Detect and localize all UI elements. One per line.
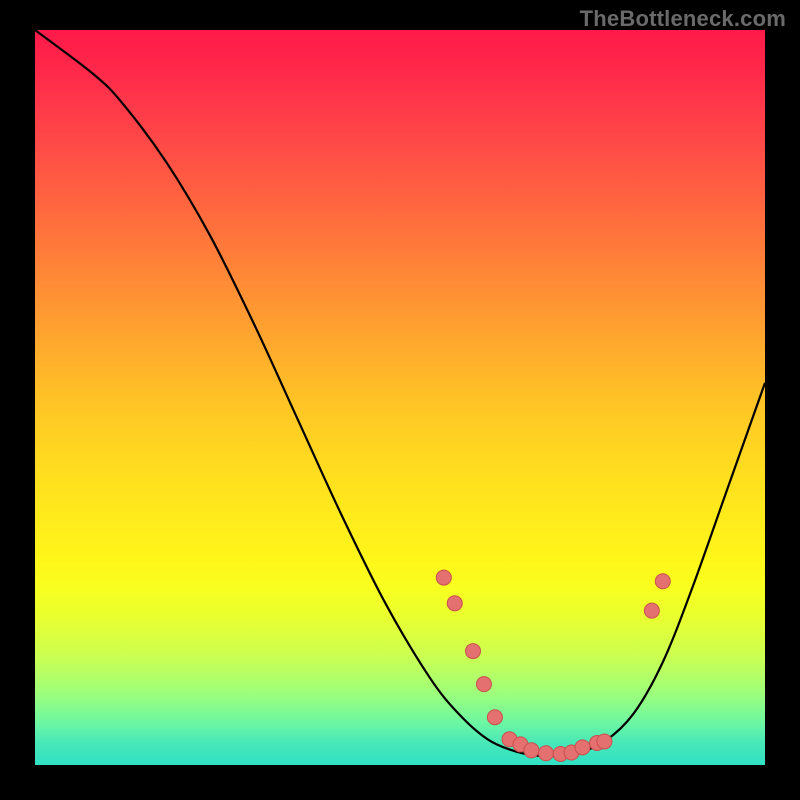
bottleneck-curve — [35, 30, 765, 756]
data-point — [436, 570, 451, 585]
data-point — [466, 644, 481, 659]
data-point — [575, 740, 590, 755]
data-point — [655, 574, 670, 589]
plot-area — [35, 30, 765, 765]
data-point — [597, 734, 612, 749]
data-point — [447, 596, 462, 611]
data-point — [476, 677, 491, 692]
data-point — [644, 603, 659, 618]
data-points — [436, 570, 670, 761]
curve-layer — [35, 30, 765, 765]
watermark: TheBottleneck.com — [580, 6, 786, 32]
data-point — [487, 710, 502, 725]
chart-frame: TheBottleneck.com — [0, 0, 800, 800]
data-point — [524, 743, 539, 758]
data-point — [539, 746, 554, 761]
